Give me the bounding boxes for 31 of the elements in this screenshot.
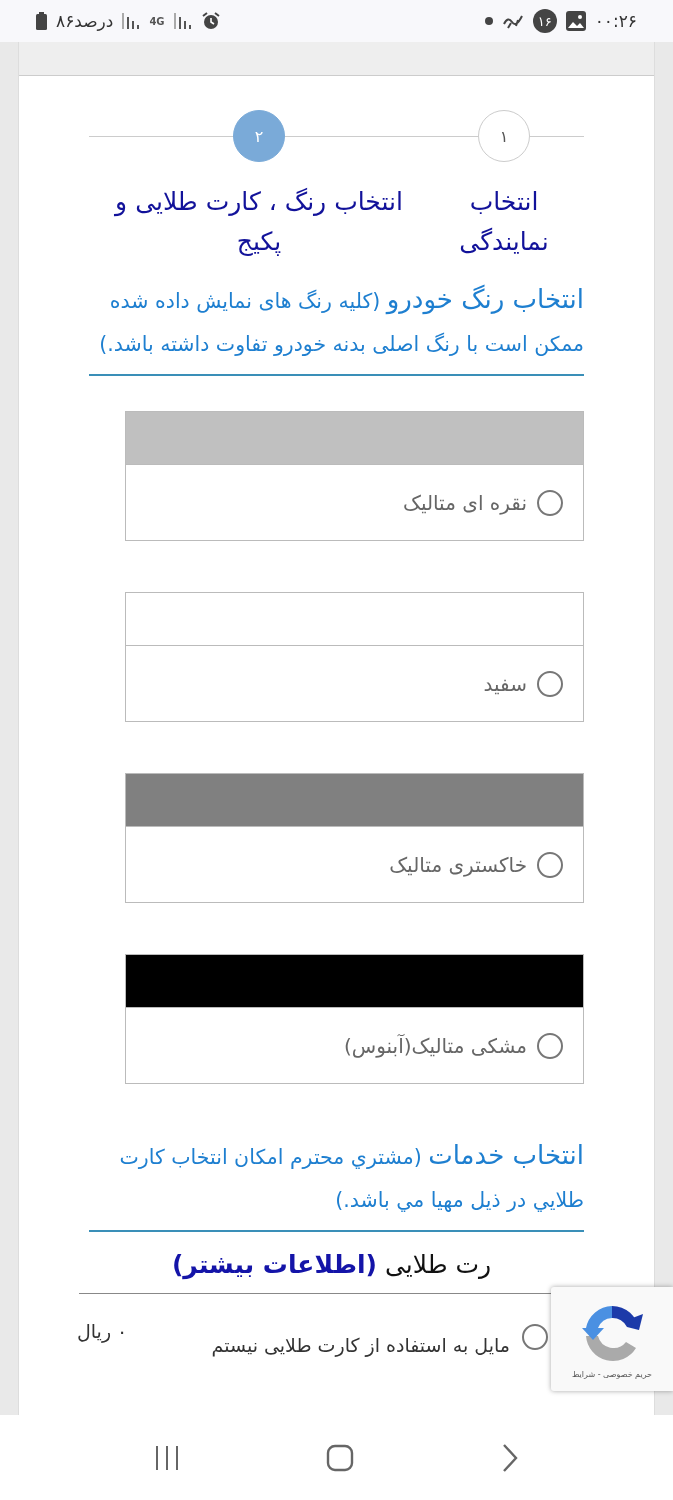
notification-count: ۱۶ (532, 9, 557, 33)
radio-button[interactable] (522, 1324, 548, 1350)
color-name: نقره ای متالیک (403, 490, 527, 515)
step-label: انتخاب رنگ ، کارت طلایی و پکیج (113, 186, 404, 258)
network-type: 4G (149, 15, 165, 27)
recaptcha-badge[interactable]: حریم خصوصی - شرایط (551, 1287, 673, 1391)
battery-percentage: ۸۶درصد (56, 11, 114, 31)
option-label: مایل به استفاده از کارت طلایی نیستم (210, 1334, 510, 1356)
dot-icon (484, 17, 493, 25)
radio-button[interactable] (537, 1032, 563, 1059)
section-heading: انتخاب خدمات (مشتري محترم امكان انتخاب كارت طلايي در ذيل مهيا مي باشد.) (89, 1134, 584, 1232)
image-icon (565, 11, 586, 31)
color-name: سفید (483, 671, 527, 696)
signal-icon (122, 13, 141, 29)
radio-button[interactable] (537, 670, 563, 697)
golden-card-title: رت طلایی (384, 1250, 492, 1279)
home-icon[interactable] (326, 1443, 355, 1472)
section-heading: انتخاب رنگ خودرو (کلیه رنگ های نمایش داده شده ممکن است با رنگ اصلی بدنه خودرو تفاوت داشته باشد.) (89, 278, 584, 376)
radio-button[interactable] (537, 851, 563, 878)
color-name: خاکستری متالیک (389, 852, 527, 877)
alarm-icon (200, 11, 221, 31)
battery-icon (36, 12, 47, 30)
signal-icon (173, 13, 192, 29)
step-number[interactable]: ۱ (478, 110, 530, 162)
clock-time: ۰۰:۲۶ (594, 11, 637, 31)
more-info-link[interactable]: (اطلاعات بیشتر) (171, 1250, 377, 1279)
radio-button[interactable] (537, 489, 563, 516)
option-price: ۰ ریال (77, 1320, 128, 1342)
color-name: مشکی متالیک(آبنوس) (344, 1033, 527, 1058)
privacy-terms-links[interactable]: حریم خصوصی - شرایط (571, 1369, 653, 1379)
step-label: انتخاب نمایندگی (458, 186, 550, 258)
